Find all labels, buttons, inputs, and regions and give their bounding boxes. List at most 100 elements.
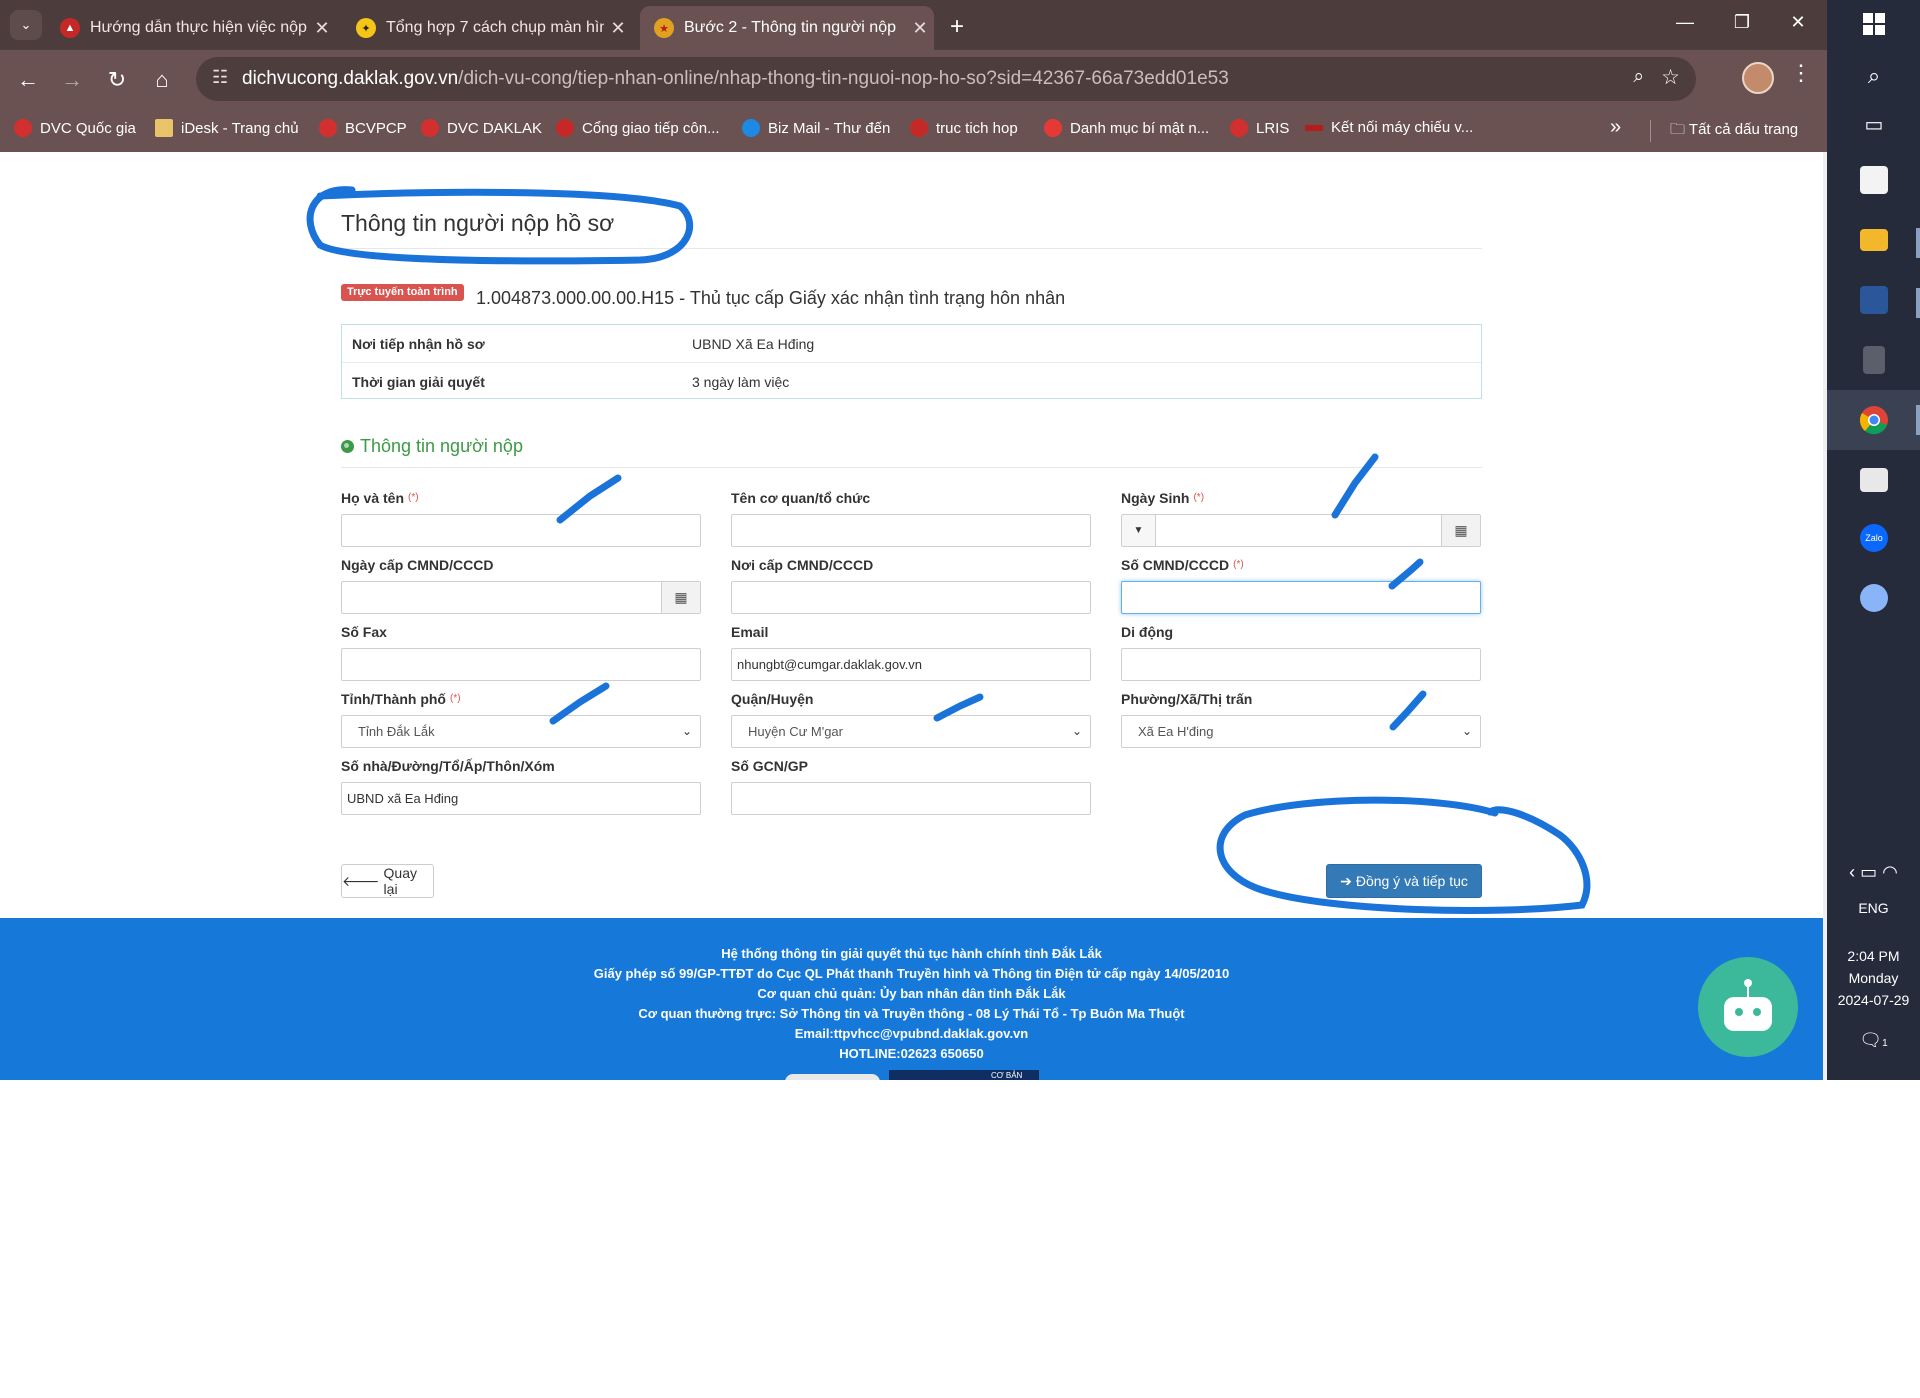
tab-search-button[interactable]: ⌄	[10, 10, 42, 40]
tray-icons[interactable]: ‹ ▭ ◠	[1827, 862, 1920, 883]
url-text[interactable]: dichvucong.daklak.gov.vn/dich-vu-cong/ti…	[242, 68, 1229, 90]
new-tab-button[interactable]: +	[950, 13, 964, 41]
chevron-down-icon: ⌄	[1461, 724, 1472, 738]
clock-date[interactable]: 2024-07-29	[1827, 992, 1920, 1008]
close-tab-icon[interactable]: ✕	[906, 18, 934, 39]
province-select[interactable]: Tỉnh Đắk Lắk ⌄	[341, 715, 701, 748]
chevron-down-icon: ⌄	[20, 17, 32, 32]
paint-icon[interactable]	[1856, 580, 1892, 616]
clock-day[interactable]: Monday	[1827, 970, 1920, 986]
caret-down-icon[interactable]: ▼	[1122, 515, 1156, 546]
section-divider	[341, 467, 1482, 468]
minimize-button[interactable]: —	[1665, 12, 1705, 33]
forward-arrow-icon[interactable]: →	[56, 64, 88, 96]
notification-icon[interactable]: 🗨1	[1827, 1030, 1920, 1051]
bookmark-dvc-quoc-gia[interactable]: DVC Quốc gia	[14, 119, 136, 137]
tab-tong-hop[interactable]: ✦ Tổng hợp 7 cách chụp màn hìn ✕	[342, 6, 632, 50]
bookmark-star-icon[interactable]: ☆	[1661, 65, 1680, 90]
reload-icon[interactable]: ↻	[101, 64, 133, 96]
bookmark-bcvpcp[interactable]: BCVPCP	[319, 119, 407, 137]
calculator-icon[interactable]	[1856, 342, 1892, 378]
emblem-icon: ★	[654, 18, 674, 38]
menu-kebab-icon[interactable]: ⋮	[1790, 60, 1812, 86]
address-bar[interactable]: ☷ dichvucong.daklak.gov.vn/dich-vu-cong/…	[196, 57, 1696, 101]
email-input[interactable]: nhungbt@cumgar.daklak.gov.vn	[731, 648, 1091, 681]
bookmark-dvc-daklak[interactable]: DVC DAKLAK	[421, 119, 542, 137]
zalo-icon[interactable]: Zalo	[1856, 520, 1892, 556]
ward-select[interactable]: Xã Ea H'đing ⌄	[1121, 715, 1481, 748]
search-icon[interactable]: ⌕	[1856, 58, 1892, 94]
zoom-icon[interactable]: ⌕	[1633, 66, 1644, 88]
word-icon[interactable]	[1856, 282, 1892, 318]
file-explorer-icon[interactable]	[1856, 222, 1892, 258]
field-noi-cap: Nơi cấp CMND/CCCD	[731, 555, 1091, 614]
more-bookmarks-icon[interactable]: »	[1610, 116, 1621, 139]
language-indicator[interactable]: ENG	[1827, 900, 1920, 916]
running-indicator	[1916, 228, 1920, 258]
agree-continue-button[interactable]: ➔ Đồng ý và tiếp tục	[1326, 864, 1482, 898]
back-arrow-icon[interactable]: ←	[12, 64, 44, 96]
issue-place-input[interactable]	[731, 581, 1091, 614]
clock-time[interactable]: 2:04 PM	[1827, 948, 1920, 964]
bookmark-cong-giao-tiep[interactable]: Cổng giao tiếp côn...	[556, 119, 720, 137]
windows-taskbar: ⌕ ▭ Zalo ‹ ▭ ◠ ENG 2:04 PM Monday 2024-0…	[1827, 0, 1920, 1080]
close-window-button[interactable]: ✕	[1778, 12, 1818, 33]
browser-toolbar: ← → ↻ ⌂ ☷ dichvucong.daklak.gov.vn/dich-…	[0, 50, 1827, 108]
mail-icon	[742, 119, 760, 137]
home-icon[interactable]: ⌂	[146, 64, 178, 96]
emblem-icon	[1230, 119, 1248, 137]
mobile-input[interactable]	[1121, 648, 1481, 681]
license-number-input[interactable]	[731, 782, 1091, 815]
chrome-icon[interactable]	[1827, 390, 1920, 450]
back-button[interactable]: 🡐 Quay lại	[341, 864, 434, 898]
birth-date-input[interactable]: ▼ ▦	[1121, 514, 1481, 547]
tab-huong-dan[interactable]: ▲ Hướng dẫn thực hiện việc nộp l ✕	[46, 6, 336, 50]
status-badge: Trực tuyến toàn trình	[341, 284, 464, 301]
store-icon[interactable]	[1856, 162, 1892, 198]
robot-antenna	[1744, 979, 1752, 998]
task-view-icon[interactable]: ▭	[1856, 106, 1892, 142]
all-bookmarks-button[interactable]: 🗀 Tất cả dấu trang	[1670, 119, 1798, 144]
dvc-logo-icon	[556, 119, 574, 137]
address-input[interactable]: UBND xã Ea Hđing	[341, 782, 701, 815]
info-row-receiver: Nơi tiếp nhận hồ sơ UBND Xã Ea Hđing	[352, 336, 815, 352]
seal-badge	[785, 1074, 880, 1080]
fax-input[interactable]	[341, 648, 701, 681]
field-so-fax: Số Fax	[341, 622, 701, 681]
calendar-icon[interactable]: ▦	[661, 582, 700, 613]
projector-icon	[1305, 124, 1323, 131]
field-so-gcn: Số GCN/GP	[731, 756, 1091, 815]
close-tab-icon[interactable]: ✕	[308, 18, 336, 39]
browser-window: ⌄ ▲ Hướng dẫn thực hiện việc nộp l ✕ ✦ T…	[0, 0, 1827, 1080]
network-drive-icon[interactable]	[1856, 462, 1892, 498]
full-name-input[interactable]	[341, 514, 701, 547]
field-tinh: Tỉnh/Thành phố (*) Tỉnh Đắk Lắk ⌄	[341, 689, 701, 748]
profile-avatar[interactable]	[1742, 62, 1774, 94]
calendar-icon[interactable]: ▦	[1441, 515, 1480, 546]
close-tab-icon[interactable]: ✕	[604, 18, 632, 39]
field-ho-ten: Họ và tên (*)	[341, 488, 701, 547]
bookmark-idesk[interactable]: iDesk - Trang chủ	[155, 119, 299, 137]
site-info-icon[interactable]: ☷	[212, 67, 228, 88]
tab-buoc-2[interactable]: ★ Bước 2 - Thông tin người nộp ✕	[640, 6, 934, 50]
running-indicator	[1916, 405, 1920, 435]
bookmark-danh-muc-bi-mat[interactable]: Danh mục bí mật n...	[1044, 119, 1209, 137]
issue-date-input[interactable]: ▦	[341, 581, 701, 614]
windows-start-icon[interactable]	[1856, 6, 1892, 42]
organization-input[interactable]	[731, 514, 1091, 547]
bookmark-lris[interactable]: LRIS	[1230, 119, 1289, 137]
field-so-cmnd: Số CMND/CCCD (*)	[1121, 555, 1481, 614]
field-huyen: Quận/Huyện Huyện Cư M'gar ⌄	[731, 689, 1091, 748]
bookmark-truc-tich-hop[interactable]: truc tich hop	[910, 119, 1018, 137]
chatbot-button[interactable]	[1698, 957, 1798, 1057]
ncsc-seal: CƠ BẢN	[889, 1070, 1039, 1080]
field-email: Email nhungbt@cumgar.daklak.gov.vn	[731, 622, 1091, 681]
field-xa: Phường/Xã/Thị trấn Xã Ea H'đing ⌄	[1121, 689, 1481, 748]
bookmark-ket-noi-may-chieu[interactable]: Kết nối máy chiếu v...	[1305, 119, 1473, 136]
id-number-input[interactable]	[1121, 581, 1481, 614]
bookmark-biz-mail[interactable]: Biz Mail - Thư đến	[742, 119, 890, 137]
district-select[interactable]: Huyện Cư M'gar ⌄	[731, 715, 1091, 748]
restore-button[interactable]: ❐	[1722, 12, 1762, 33]
info-row-duration: Thời gian giải quyết 3 ngày làm việc	[342, 362, 1481, 400]
title-divider	[341, 248, 1482, 249]
